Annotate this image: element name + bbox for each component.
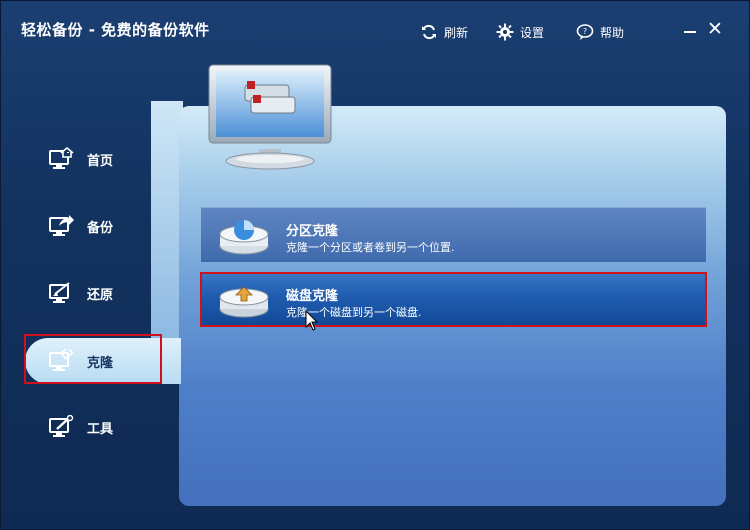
- restore-monitor-icon: [49, 281, 75, 305]
- sidebar-item-tools[interactable]: 工具: [1, 403, 179, 451]
- help-button[interactable]: ? 帮助: [576, 22, 624, 42]
- mouse-cursor-icon: [305, 309, 319, 332]
- sidebar-item-label: 首页: [87, 153, 114, 169]
- card-description: 克隆一个分区或者卷到另一个位置.: [286, 241, 455, 254]
- clone-monitor-illustration: [207, 63, 333, 171]
- title-bar: 轻松备份 - 免费的备份软件 刷新 设置 ? 帮助 ✕: [1, 1, 749, 59]
- sidebar-item-restore[interactable]: 还原: [1, 269, 179, 317]
- gear-icon: [496, 23, 514, 41]
- sidebar-item-clone[interactable]: 克隆: [1, 337, 179, 385]
- refresh-button[interactable]: 刷新: [420, 22, 468, 42]
- settings-label: 设置: [520, 25, 545, 40]
- help-bubble-icon: ?: [576, 23, 594, 41]
- sidebar-item-backup[interactable]: 备份: [1, 202, 179, 250]
- sidebar-item-label: 工具: [87, 421, 114, 437]
- card-title: 分区克隆: [286, 224, 339, 239]
- backup-monitor-icon: [49, 214, 75, 238]
- help-label: 帮助: [600, 25, 625, 40]
- card-title: 磁盘克隆: [286, 289, 339, 304]
- tools-monitor-icon: [49, 414, 75, 439]
- sidebar-item-label: 备份: [87, 220, 114, 236]
- app-window: 轻松备份 - 免费的备份软件 刷新 设置 ? 帮助 ✕ 首页 备份 还原 克隆 …: [0, 0, 750, 530]
- clone-monitor-icon: [49, 346, 75, 373]
- sidebar-item-label: 克隆: [87, 355, 114, 371]
- close-button[interactable]: ✕: [706, 19, 724, 39]
- settings-button[interactable]: 设置: [496, 22, 544, 42]
- home-monitor-icon: [49, 146, 75, 171]
- svg-text:?: ?: [583, 27, 587, 36]
- sidebar-item-label: 还原: [87, 287, 114, 303]
- partition-clone-card[interactable]: 分区克隆 克隆一个分区或者卷到另一个位置.: [201, 207, 706, 262]
- refresh-label: 刷新: [444, 25, 469, 40]
- refresh-icon: [420, 23, 438, 41]
- minimize-button[interactable]: [683, 23, 697, 37]
- partition-clone-icon: [217, 216, 271, 256]
- window-title: 轻松备份 - 免费的备份软件: [21, 21, 210, 39]
- disk-clone-card[interactable]: 磁盘克隆 克隆一个磁盘到另一个磁盘.: [201, 273, 706, 325]
- disk-clone-icon: [217, 281, 271, 321]
- sidebar-item-home[interactable]: 首页: [1, 135, 179, 183]
